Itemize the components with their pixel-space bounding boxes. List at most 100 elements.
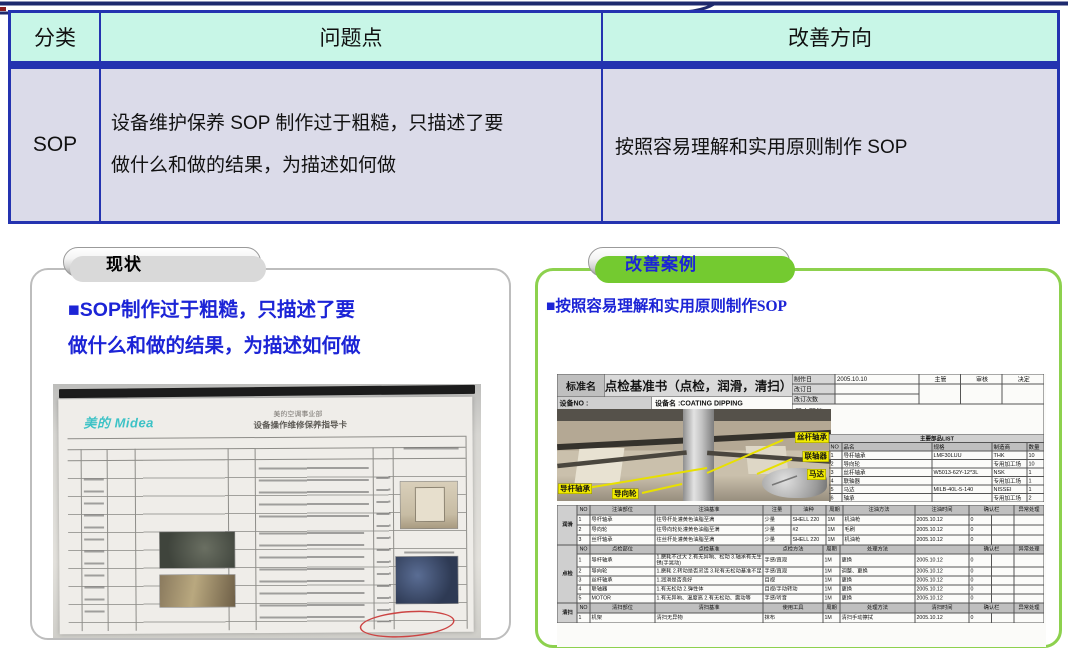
clean-table: 清扫 NO 清扫部位 清扫基准 使用工具 周期 处理方法 清扫时间 确认栏 异常… bbox=[557, 603, 1044, 623]
col-header: 周期 bbox=[823, 545, 840, 554]
thumb-photo-1 bbox=[159, 531, 235, 568]
cell: 机架 bbox=[590, 613, 655, 623]
callout-label: 联轴器 bbox=[802, 451, 829, 462]
callout-label: 丝杆轴承 bbox=[795, 432, 829, 443]
cell: W5013-62Y-12*3L bbox=[932, 468, 992, 477]
cell: 联轴器 bbox=[590, 585, 655, 594]
cell: 1 bbox=[577, 613, 590, 623]
cell: 0 bbox=[969, 585, 992, 594]
cell: 目视 bbox=[763, 576, 823, 585]
text-smudge bbox=[259, 527, 365, 623]
cell: 1M bbox=[823, 585, 840, 594]
cell: 专用加工场 bbox=[992, 477, 1027, 486]
cell bbox=[1014, 567, 1044, 576]
col-header: 异常处理 bbox=[1014, 603, 1044, 613]
cell bbox=[992, 525, 1015, 535]
cell: 0 bbox=[969, 613, 992, 623]
cell: 丝杆轴承 bbox=[590, 535, 655, 545]
cell: 1 bbox=[829, 451, 842, 460]
cell: 2005.10.12 bbox=[915, 515, 969, 525]
text-smudge bbox=[259, 462, 369, 523]
cell: 联轴器 bbox=[842, 477, 932, 486]
new-sop-document: 标准名 点检基准书（点检，润滑，清扫） 设备NO : 设备名 :COATING … bbox=[557, 374, 1046, 647]
tab-improvement-case-label: 改善案例 bbox=[625, 250, 697, 275]
cell: 更换 bbox=[840, 585, 915, 594]
thumb-photo-2 bbox=[159, 574, 235, 607]
cell bbox=[992, 613, 1015, 623]
cell: 导向轮 bbox=[590, 525, 655, 535]
cell bbox=[1014, 535, 1044, 545]
parts-header: NO bbox=[829, 443, 842, 452]
cell: 导杆轴承 bbox=[842, 451, 932, 460]
doc-bottom-tables: 润滑 NO 注油部位 注油基准 注量 油种 周期 注油方法 注油时间 确认栏 异… bbox=[557, 505, 1044, 623]
grid-line bbox=[466, 436, 468, 629]
cell: 轴承 bbox=[842, 494, 932, 503]
cell: 往丝杆处灌黄色油脂至满 bbox=[655, 535, 763, 545]
cell: 2005.10.12 bbox=[915, 554, 969, 567]
cell: 清扫无异物 bbox=[655, 613, 763, 623]
cell: 0 bbox=[969, 525, 992, 535]
cell bbox=[1014, 613, 1044, 623]
rev-count-label: 改订次数 bbox=[792, 394, 835, 404]
col-header: 周期 bbox=[823, 603, 840, 613]
col-header: 异常处理 bbox=[1014, 545, 1044, 554]
cell: 10 bbox=[1027, 451, 1044, 460]
cell: MILB-40L-5-140 bbox=[932, 485, 992, 494]
cell-problem: 设备维护保养 SOP 制作过于粗糙，只描述了要 做什么和做的结果，为描述如何做 bbox=[101, 69, 601, 221]
cell: 2 bbox=[1027, 494, 1044, 503]
cell bbox=[992, 567, 1015, 576]
old-doc-title: 设备操作维修保养指导卡 bbox=[253, 418, 347, 431]
cell bbox=[992, 585, 1015, 594]
cell: THK bbox=[992, 451, 1027, 460]
cell: NISSEI bbox=[992, 485, 1027, 494]
sign-col-2: 审核 bbox=[961, 374, 1003, 384]
cell bbox=[932, 477, 992, 486]
cell bbox=[992, 535, 1015, 545]
header-problem: 问题点 bbox=[101, 13, 601, 61]
cell bbox=[1014, 515, 1044, 525]
col-header: 注油基准 bbox=[655, 505, 763, 515]
cell: 导杆轴承 bbox=[590, 515, 655, 525]
col-header: 清扫时间 bbox=[915, 603, 969, 613]
rev-label: 改订日 bbox=[792, 384, 835, 394]
col-header: 处理方法 bbox=[840, 545, 915, 554]
summary-table: 分类 问题点 改善方向 SOP 设备维护保养 SOP 制作过于粗糙，只描述了要 … bbox=[8, 10, 1060, 224]
col-header: 使用工具 bbox=[763, 603, 823, 613]
cell: #2 bbox=[791, 525, 826, 535]
text-smudge bbox=[404, 443, 459, 451]
cell: 1M bbox=[823, 613, 840, 623]
check-table: 点检 NO 点检部位 点检基准 点检方法 周期 处理方法 确认栏 异常处理 1 … bbox=[557, 545, 1044, 603]
parts-header: 品名 bbox=[842, 443, 932, 452]
header-category: 分类 bbox=[11, 13, 99, 61]
cell: 3 bbox=[829, 468, 842, 477]
cell bbox=[932, 460, 992, 469]
callout-label: 导向轮 bbox=[612, 488, 639, 499]
cell: 马达 bbox=[842, 485, 932, 494]
cell: 1M bbox=[823, 576, 840, 585]
thumb-photo-3-detail bbox=[415, 487, 445, 522]
section-label: 点检 bbox=[557, 545, 577, 603]
col-header: 确认栏 bbox=[969, 545, 1014, 554]
cell: 专用加工场 bbox=[992, 494, 1027, 503]
parts-title: 主要部品LIST bbox=[829, 434, 1044, 443]
rev-value bbox=[835, 384, 919, 394]
cell: 导向轮 bbox=[842, 460, 932, 469]
cell: 10 bbox=[1027, 460, 1044, 469]
lubrication-table: 润滑 NO 注油部位 注油基准 注量 油种 周期 注油方法 注油时间 确认栏 异… bbox=[557, 505, 1044, 545]
cell: 2005.10.12 bbox=[915, 594, 969, 603]
col-header: 注油方法 bbox=[843, 505, 915, 515]
col-header: 注量 bbox=[763, 505, 791, 515]
col-header: 油种 bbox=[791, 505, 826, 515]
cell: LMF30LUU bbox=[932, 451, 992, 460]
sign-box bbox=[961, 384, 1003, 404]
cell: 2005.10.12 bbox=[915, 525, 969, 535]
tab-improvement-case: 改善案例 bbox=[588, 247, 790, 277]
sign-col-3: 决定 bbox=[1002, 374, 1044, 384]
cell bbox=[992, 554, 1015, 567]
cell: 0 bbox=[969, 594, 992, 603]
cell: 专用加工场 bbox=[992, 460, 1027, 469]
cell: 手感/直观 bbox=[763, 554, 823, 567]
cell: 手感/听音 bbox=[763, 594, 823, 603]
improvement-heading: ■按照容易理解和实用原则制作SOP bbox=[546, 294, 1046, 316]
cell: 0 bbox=[969, 554, 992, 567]
